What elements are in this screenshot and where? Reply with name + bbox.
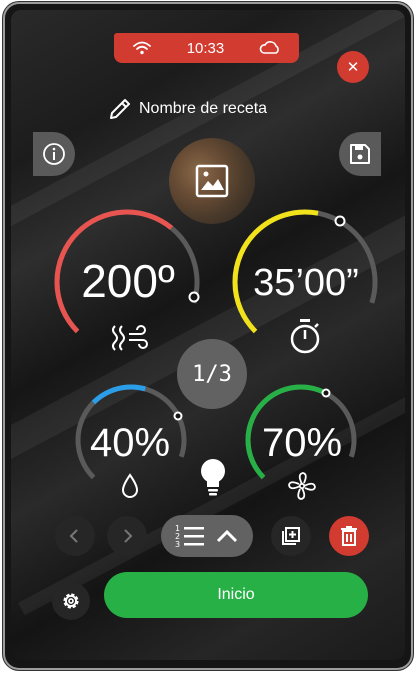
device-frame: 10:33 ✕ Nombre de receta 200º 35’00” 1/3…: [3, 2, 413, 670]
info-icon: [43, 143, 65, 165]
add-copy-icon: [282, 527, 300, 545]
light-button[interactable]: [199, 457, 227, 502]
svg-text:3: 3: [175, 540, 180, 549]
recipe-name[interactable]: Nombre de receta: [107, 96, 267, 122]
delete-step-button[interactable]: [329, 516, 369, 556]
previous-step-button[interactable]: [55, 516, 95, 556]
start-button-label: Inicio: [217, 586, 255, 603]
settings-button[interactable]: [52, 582, 90, 620]
info-button[interactable]: [33, 132, 75, 176]
temperature-value: 200º: [81, 255, 175, 307]
pencil-icon: [110, 99, 130, 119]
wifi-icon: [132, 40, 152, 56]
humidity-value: 40%: [89, 421, 171, 465]
cloud-icon: [259, 41, 281, 55]
timer-icon: [288, 317, 322, 360]
save-button[interactable]: [339, 132, 381, 176]
image-icon: [195, 164, 229, 198]
numbered-list-icon: 1 2 3: [175, 524, 204, 549]
start-button[interactable]: Inicio: [104, 572, 368, 618]
chevron-left-icon: [69, 529, 78, 543]
time-gauge-handle[interactable]: [334, 215, 346, 227]
add-step-button[interactable]: [271, 516, 311, 556]
steam-heat-icon: [109, 320, 149, 359]
gear-icon: [63, 593, 79, 609]
time-value: 35’00”: [253, 262, 359, 304]
chevron-right-icon: [124, 529, 133, 543]
chevron-up-icon: [216, 529, 238, 543]
status-bar: 10:33: [114, 33, 299, 63]
status-time: 10:33: [186, 39, 225, 57]
close-icon: ✕: [346, 59, 360, 76]
next-step-button[interactable]: [107, 516, 147, 556]
light-bulb-icon: [201, 459, 225, 496]
fan-icon: [286, 470, 318, 507]
humidity-gauge-handle[interactable]: [173, 411, 183, 421]
drop-icon: [118, 472, 142, 505]
recipe-name-label: Nombre de receta: [139, 100, 268, 117]
close-button[interactable]: ✕: [337, 51, 369, 83]
trash-icon: [341, 526, 357, 546]
step-label: 1/3: [192, 361, 232, 387]
save-icon: [350, 144, 370, 164]
steps-list-button[interactable]: 1 2 3: [161, 515, 253, 557]
fan-value: 70%: [261, 421, 343, 465]
fan-gauge-handle[interactable]: [321, 388, 331, 398]
